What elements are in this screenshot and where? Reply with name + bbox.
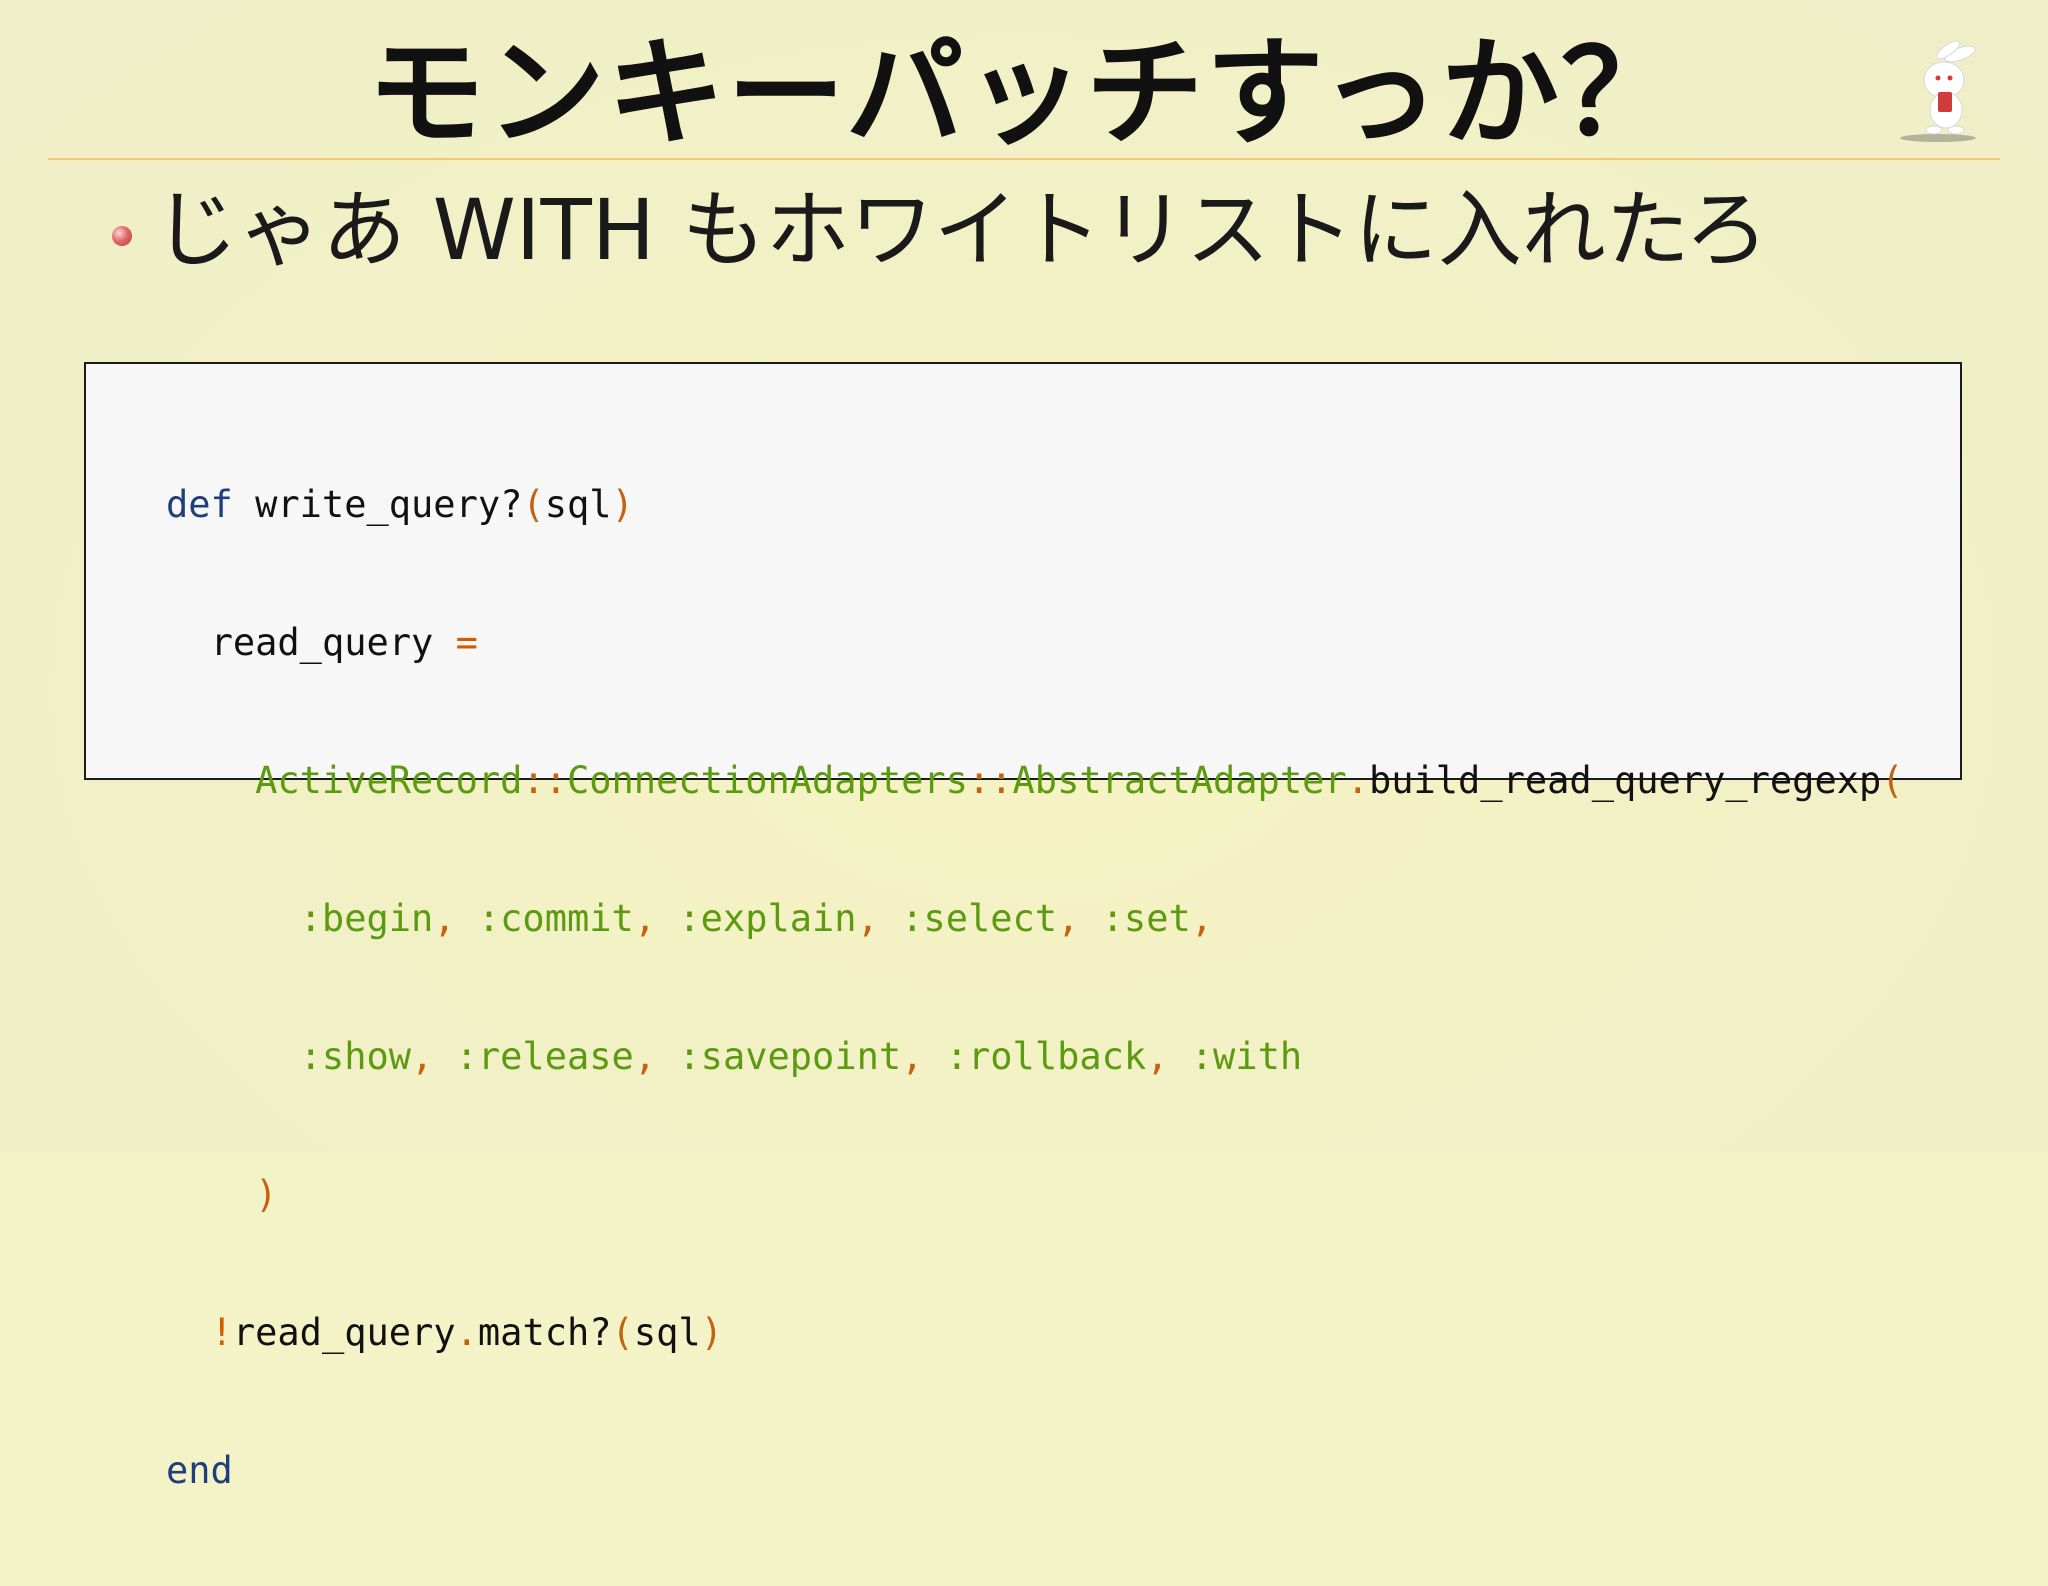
variable: read_query	[232, 1311, 456, 1354]
method-name: write_query?	[232, 483, 523, 526]
argument: sql	[544, 483, 612, 526]
code-line: :show, :release, :savepoint, :rollback, …	[166, 1034, 1904, 1080]
code-line: read_query =	[166, 620, 1904, 666]
symbol: :with	[1190, 1035, 1303, 1078]
assign-operator: =	[455, 621, 478, 664]
symbol: :commit	[477, 897, 634, 940]
symbol: :show	[299, 1035, 412, 1078]
dot: .	[455, 1311, 478, 1354]
comma: ,	[433, 897, 456, 940]
symbol: :begin	[299, 897, 434, 940]
dot: .	[1346, 759, 1369, 802]
code-line: )	[166, 1172, 1904, 1218]
symbol: :explain	[678, 897, 857, 940]
symbol: :savepoint	[678, 1035, 902, 1078]
symbol: :release	[455, 1035, 634, 1078]
paren-open: (	[522, 483, 545, 526]
symbol: :rollback	[945, 1035, 1147, 1078]
rabbit-mascot-icon	[1900, 40, 1976, 142]
comma: ,	[633, 897, 657, 940]
code-line: !read_query.match?(sql)	[166, 1310, 1904, 1356]
bullet-text: じゃあ WITH もホワイトリストに入れたろ	[154, 181, 1769, 279]
symbol: :select	[901, 897, 1058, 940]
paren-open: (	[611, 1311, 634, 1354]
paren-close: )	[255, 1173, 278, 1216]
variable: read_query	[210, 621, 434, 664]
bullet-item: じゃあ WITH もホワイトリストに入れたろ	[112, 180, 1769, 280]
comma: ,	[1146, 1035, 1169, 1078]
paren-open: (	[1881, 759, 1904, 802]
keyword-end: end	[166, 1449, 233, 1492]
code-line: def write_query?(sql)	[166, 482, 1904, 528]
code-line: :begin, :commit, :explain, :select, :set…	[166, 896, 1904, 942]
constant: ActiveRecord	[255, 759, 523, 802]
symbol: :set	[1101, 897, 1191, 940]
title-divider	[48, 158, 2000, 160]
code-line: ActiveRecord::ConnectionAdapters::Abstra…	[166, 758, 1904, 804]
method-call: build_read_query_regexp	[1368, 759, 1882, 802]
code-line: end	[166, 1448, 1904, 1494]
comma: ,	[1057, 897, 1080, 940]
method-call: match?	[477, 1311, 612, 1354]
keyword-def: def	[166, 483, 233, 526]
code-content: def write_query?(sql) read_query = Activ…	[166, 390, 1904, 1586]
bullet-icon	[112, 226, 132, 246]
comma: ,	[633, 1035, 657, 1078]
comma: ,	[901, 1035, 924, 1078]
argument: sql	[633, 1311, 701, 1354]
comma: ,	[411, 1035, 434, 1078]
paren-close: )	[700, 1311, 723, 1354]
slide-title: モンキーパッチすっか？	[366, 24, 1682, 162]
slide: モンキーパッチすっか？ じゃあ WITH もホワイトリストに入れたろ def w…	[0, 0, 2048, 1492]
comma: ,	[1190, 897, 1214, 940]
comma: ,	[856, 897, 879, 940]
constant: AbstractAdapter	[1012, 759, 1347, 802]
constant: ConnectionAdapters	[566, 759, 968, 802]
scope-separator: ::	[967, 759, 1013, 802]
paren-close: )	[611, 483, 634, 526]
code-block: def write_query?(sql) read_query = Activ…	[84, 362, 1962, 1492]
scope-separator: ::	[522, 759, 567, 802]
not-operator: !	[210, 1311, 233, 1354]
